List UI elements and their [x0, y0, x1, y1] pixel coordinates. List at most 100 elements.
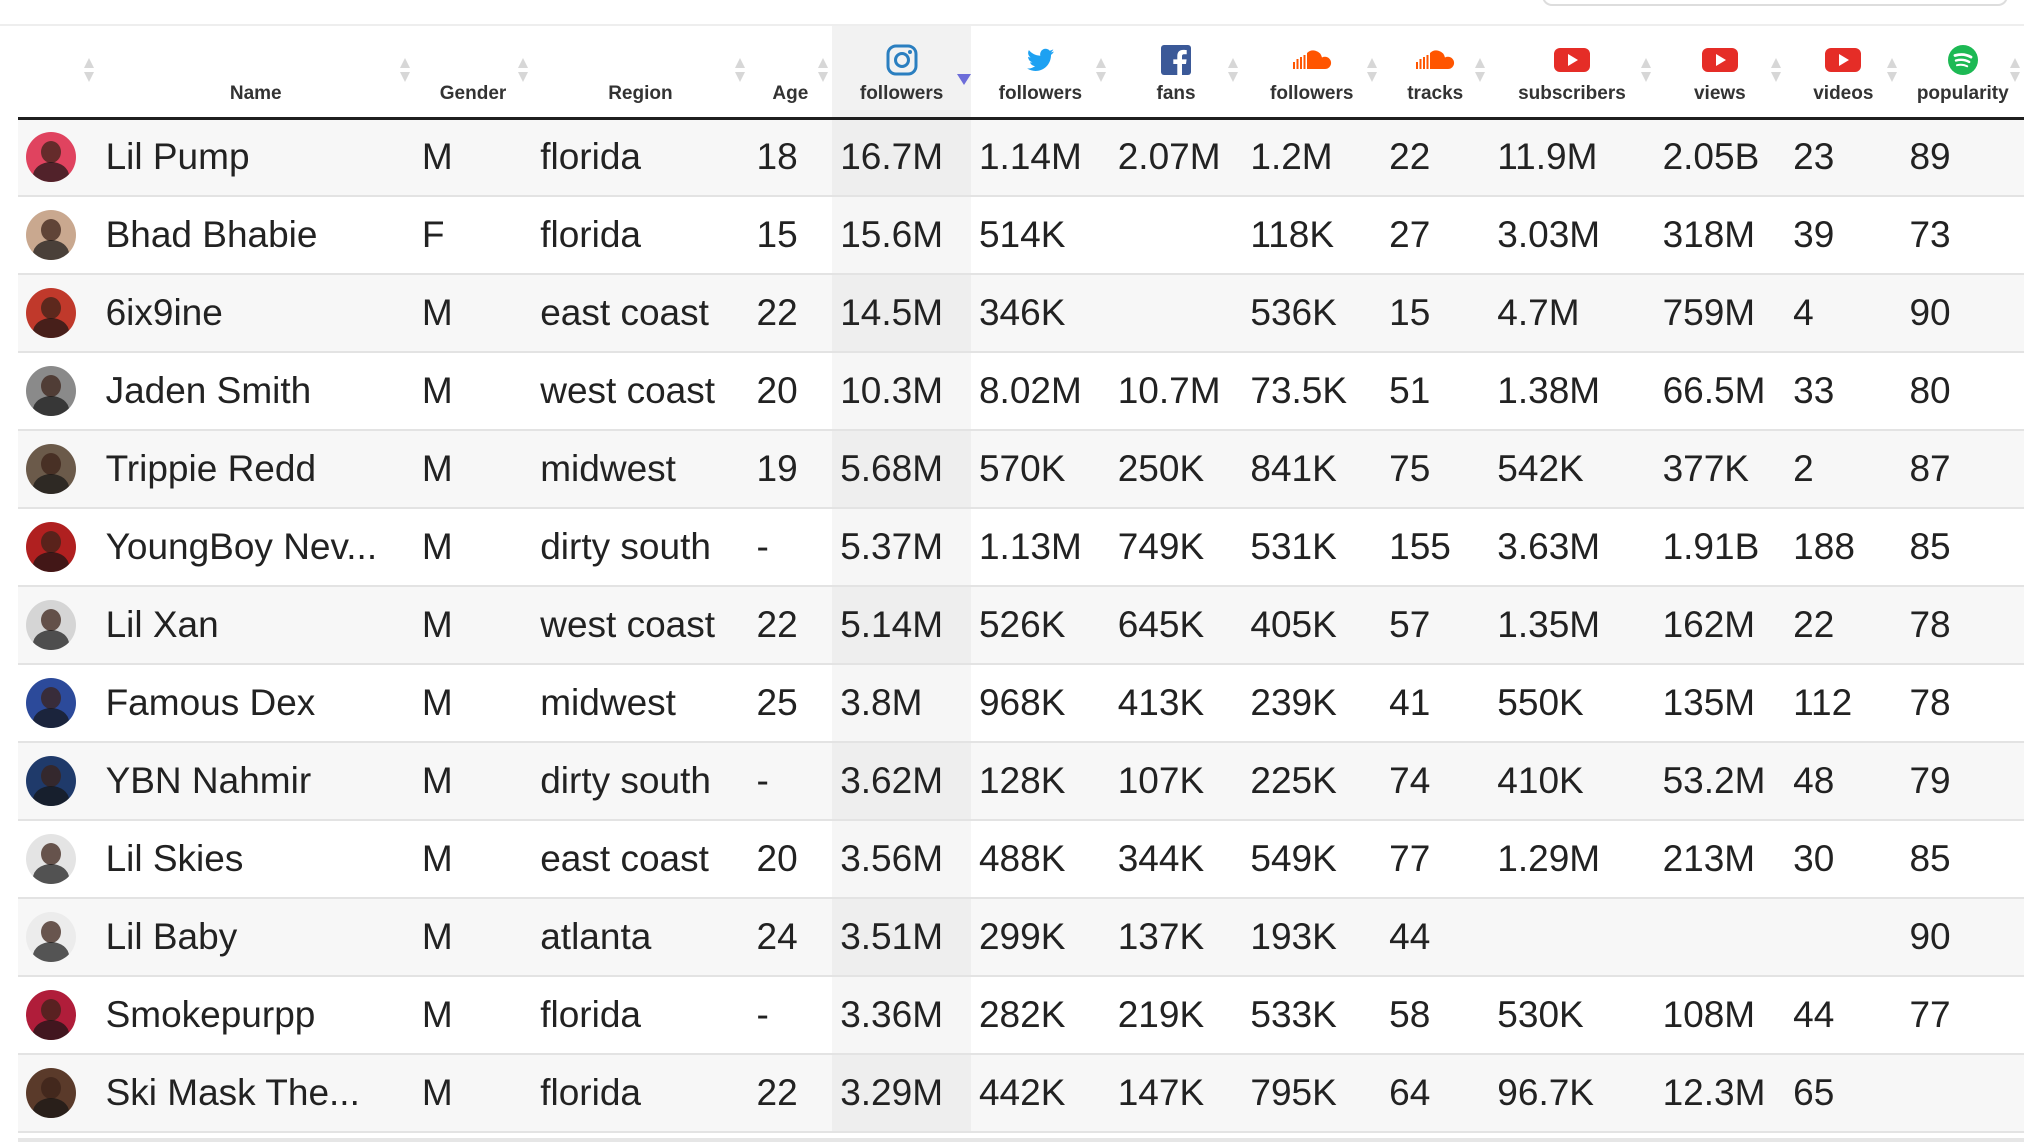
cell-yt-videos: 2 [1793, 448, 1814, 489]
cell-yt-views: 135M [1662, 682, 1756, 723]
cell-tw-followers: 128K [978, 760, 1066, 801]
sort-icon[interactable] [733, 58, 747, 88]
sort-icon[interactable] [1094, 58, 1108, 88]
sort-icon[interactable] [1639, 58, 1653, 88]
sort-icon[interactable] [1365, 58, 1379, 88]
column-header-region[interactable]: Region [532, 26, 749, 120]
avatar[interactable] [26, 1068, 76, 1118]
cell-sp-popularity: 85 [1909, 526, 1951, 567]
cell-yt-views [1655, 898, 1786, 976]
cell-name[interactable]: Famous Dex [98, 664, 414, 742]
table-row[interactable]: Smokepurpp Mflorida - 3.36M 282K 219K 533K 58 53… [18, 976, 2024, 1054]
column-header-gender[interactable]: Gender [413, 26, 533, 120]
avatar[interactable] [26, 210, 76, 260]
table-row[interactable]: Lil Pump Mflorida 18 16.7M 1.14M 2.07M 1.2M 22 1… [18, 118, 2024, 196]
cell-tw-followers: 1.14M [978, 136, 1082, 178]
cell-name[interactable]: Lil Pump [98, 118, 414, 196]
column-header-avatar[interactable] [18, 26, 98, 120]
column-header-yt_views[interactable]: views [1654, 26, 1786, 120]
sort-icon[interactable] [816, 58, 830, 88]
sort-icon[interactable] [1885, 58, 1899, 88]
search-input[interactable] [1542, 0, 2008, 6]
cell-age: 22 [756, 1072, 798, 1113]
avatar[interactable] [26, 132, 76, 183]
column-header-sc_tracks[interactable]: tracks [1381, 26, 1490, 120]
cell-yt-subscribers: 3.03M [1497, 214, 1601, 255]
sort-icon[interactable] [2008, 58, 2022, 88]
table-row[interactable]: Lil Skies Meast coast 20 3.56M 488K 344K 549K 7… [18, 820, 2024, 898]
table-row[interactable]: Trippie Redd Mmidwest 19 5.68M 570K 250K 841K 7… [18, 430, 2024, 508]
column-header-tw_followers[interactable]: followers [970, 26, 1110, 120]
avatar[interactable] [26, 600, 76, 650]
table-row[interactable]: Jaden Smith Mwest coast 20 10.3M 8.02M 10.7M 7… [18, 352, 2024, 430]
avatar[interactable] [26, 678, 76, 728]
column-header-yt_subscribers[interactable]: subscribers [1489, 26, 1655, 120]
sort-icon[interactable] [1769, 58, 1783, 88]
cell-ig-followers: 5.14M [832, 586, 971, 664]
cell-sc-tracks: 27 [1389, 214, 1431, 255]
avatar[interactable] [26, 990, 76, 1040]
table-row[interactable]: Ski Mask The... Mflorida 22 3.29M 442K 147K 79… [18, 1054, 2024, 1132]
artists-table: Name Gender Region Age followers followers fan… [18, 26, 2024, 1133]
column-label-tw_followers: followers [998, 82, 1083, 104]
sort-icon[interactable] [82, 58, 96, 88]
cell-name[interactable]: Bhad Bhabie [98, 196, 414, 274]
cell-region: east coast [540, 292, 709, 333]
table-row[interactable]: YBN Nahmir Mdirty south - 3.62M 128K 107K 225K… [18, 742, 2024, 820]
table-row[interactable]: YoungBoy Nev... Mdirty south - 5.37M 1.13M 74… [18, 508, 2024, 586]
table-header-row: Name Gender Region Age followers followers fan… [18, 26, 2024, 120]
avatar-cell [18, 196, 98, 274]
cell-sc-followers: 239K [1250, 682, 1337, 723]
sort-icon[interactable] [1226, 58, 1240, 88]
table-row[interactable]: Famous Dex Mmidwest 25 3.8M 968K 413K 239K 41 55… [18, 664, 2024, 742]
avatar[interactable] [26, 444, 76, 494]
column-header-name[interactable]: Name [97, 26, 414, 120]
cell-gender: M [421, 136, 453, 178]
cell-yt-views: 318M [1662, 214, 1756, 255]
cell-region: west coast [540, 370, 716, 411]
avatar[interactable] [26, 366, 76, 416]
table-row[interactable]: Lil Baby Matlanta 24 3.51M 299K 137K 193K 44 90 [18, 898, 2024, 976]
avatar[interactable] [26, 834, 76, 884]
cell-region: atlanta [540, 916, 652, 957]
table-row[interactable]: Lil Xan Mwest coast 22 5.14M 526K 645K 405K 57 1… [18, 586, 2024, 664]
cell-name[interactable]: Lil Baby [98, 898, 414, 976]
cell-sc-followers: 1.2M [1250, 136, 1333, 178]
column-header-sc_followers[interactable]: followers [1242, 26, 1382, 120]
cell-fb-fans: 645K [1117, 604, 1205, 645]
youtube-icon [1655, 43, 1786, 77]
avatar[interactable] [26, 912, 76, 962]
column-header-fb_fans[interactable]: fans [1109, 26, 1243, 120]
avatar-cell [18, 430, 98, 508]
column-header-ig_followers[interactable]: followers [832, 26, 971, 120]
cell-name[interactable]: Trippie Redd [98, 430, 414, 508]
cell-fb-fans: 413K [1117, 682, 1205, 723]
avatar[interactable] [26, 522, 76, 572]
sort-icon[interactable] [398, 58, 412, 88]
cell-name[interactable]: 6ix9ine [98, 274, 414, 352]
cell-sc-tracks: 58 [1389, 994, 1431, 1035]
sort-icon[interactable] [1473, 58, 1487, 88]
column-header-yt_videos[interactable]: videos [1785, 26, 1902, 120]
cell-yt-views: 377K [1662, 448, 1749, 489]
table-row[interactable]: Bhad Bhabie Fflorida 15 15.6M 514K 118K 27 3.03… [18, 196, 2024, 274]
cell-name[interactable]: YBN Nahmir [98, 742, 414, 820]
avatar[interactable] [26, 756, 76, 806]
column-label-yt_views: views [1693, 82, 1746, 104]
table-row[interactable]: 6ix9ine Meast coast 22 14.5M 346K 536K 15 4.7M 7… [18, 274, 2024, 352]
cell-yt-views: 213M [1662, 838, 1756, 879]
cell-region: florida [540, 994, 642, 1035]
cell-name[interactable]: Lil Xan [98, 586, 414, 664]
avatar[interactable] [26, 288, 76, 338]
cell-name[interactable]: Lil Skies [98, 820, 414, 898]
sort-icon[interactable] [516, 58, 530, 88]
cell-gender: M [421, 448, 453, 489]
sort-descending-icon[interactable] [956, 74, 971, 85]
cell-name[interactable]: Jaden Smith [98, 352, 414, 430]
cell-name[interactable]: Smokepurpp [98, 976, 414, 1054]
cell-region: dirty south [540, 760, 711, 801]
cell-name[interactable]: YoungBoy Nev... [98, 508, 414, 586]
column-header-sp_popularity[interactable]: popularity [1901, 26, 2024, 120]
cell-name[interactable]: Ski Mask The... [98, 1054, 414, 1132]
column-header-age[interactable]: Age [748, 26, 833, 120]
